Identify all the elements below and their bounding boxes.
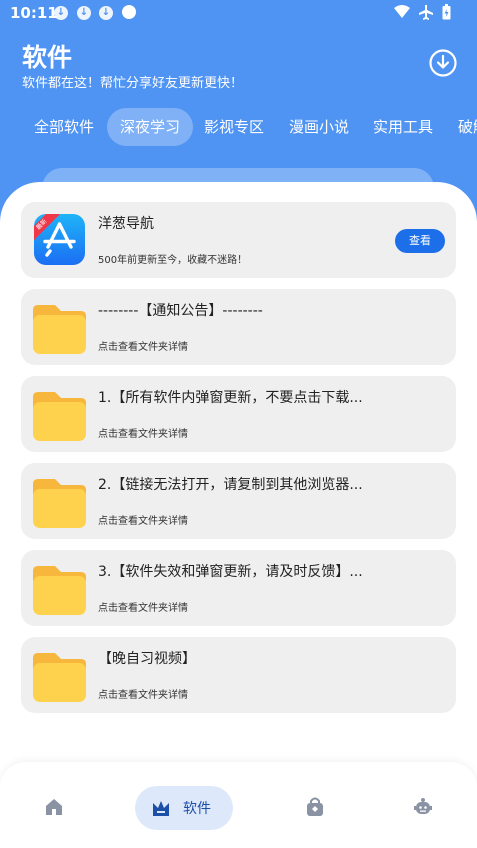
folder-icon [33,566,86,615]
folder-title: 【晚自习视频】 [98,651,196,667]
tab-late-night-study[interactable]: 深夜学习 [107,108,194,146]
tab-cracked[interactable]: 破解 [458,108,477,146]
folder-subtitle: 点击查看文件夹详情 [98,342,188,353]
featured-app-subtitle: 500年前更新至今，收藏不迷路！ [98,255,248,266]
folder-title: 2.【链接无法打开，请复制到其他浏览器... [98,477,363,493]
folder-icon [33,392,86,441]
bag-icon[interactable] [306,797,324,817]
folder-title: 1.【所有软件内弹窗更新，不要点击下载... [98,390,363,406]
folder-subtitle: 点击查看文件夹详情 [98,429,188,440]
folder-title: 3.【软件失效和弹窗更新，请及时反馈】... [98,564,363,580]
page-subtitle: 软件都在这！帮忙分享好友更新更快！ [22,76,244,91]
bottom-navigation: 软件 [0,762,477,848]
app-store-icon: 最新 [34,214,85,265]
folder-card[interactable]: 【晚自习视频】 点击查看文件夹详情 [21,637,456,713]
battery-icon [442,4,451,20]
tab-all-software[interactable]: 全部软件 [34,108,94,146]
folder-subtitle: 点击查看文件夹详情 [98,603,188,614]
folder-title: --------【通知公告】-------- [98,303,263,319]
folder-icon [33,653,86,702]
tab-utilities[interactable]: 实用工具 [373,108,433,146]
download-notification-icon: ↓ [99,6,113,20]
notification-dot-icon [122,5,136,19]
wifi-icon [394,5,410,18]
content-sheet: 最新 洋葱导航 500年前更新至今，收藏不迷路！ 查看 --------【通知公… [0,182,477,848]
nav-item-software[interactable]: 软件 [135,786,233,830]
tab-comics-novels[interactable]: 漫画小说 [289,108,349,146]
crown-icon [153,801,169,816]
folder-subtitle: 点击查看文件夹详情 [98,690,188,701]
view-button[interactable]: 查看 [395,229,445,253]
download-notification-icon: ↓ [77,6,91,20]
folder-card[interactable]: 3.【软件失效和弹窗更新，请及时反馈】... 点击查看文件夹详情 [21,550,456,626]
folder-subtitle: 点击查看文件夹详情 [98,516,188,527]
nav-label-software: 软件 [183,801,211,817]
download-icon[interactable] [428,48,458,78]
featured-app-card[interactable]: 最新 洋葱导航 500年前更新至今，收藏不迷路！ 查看 [21,202,456,278]
robot-icon[interactable] [413,797,433,817]
status-bar: 10:11 ↓ ↓ ↓ [0,0,477,26]
folder-card[interactable]: 1.【所有软件内弹窗更新，不要点击下载... 点击查看文件夹详情 [21,376,456,452]
download-notification-icon: ↓ [54,6,68,20]
status-time: 10:11 [10,4,58,22]
category-tabs: 全部软件 深夜学习 影视专区 漫画小说 实用工具 破解 [0,108,477,148]
featured-app-title: 洋葱导航 [98,216,154,232]
folder-card[interactable]: --------【通知公告】-------- 点击查看文件夹详情 [21,289,456,365]
folder-icon [33,305,86,354]
tab-film-tv[interactable]: 影视专区 [204,108,264,146]
page-title: 软件 [22,43,73,72]
airplane-mode-icon [419,5,433,20]
home-icon[interactable] [45,798,63,816]
folder-icon [33,479,86,528]
folder-card[interactable]: 2.【链接无法打开，请复制到其他浏览器... 点击查看文件夹详情 [21,463,456,539]
